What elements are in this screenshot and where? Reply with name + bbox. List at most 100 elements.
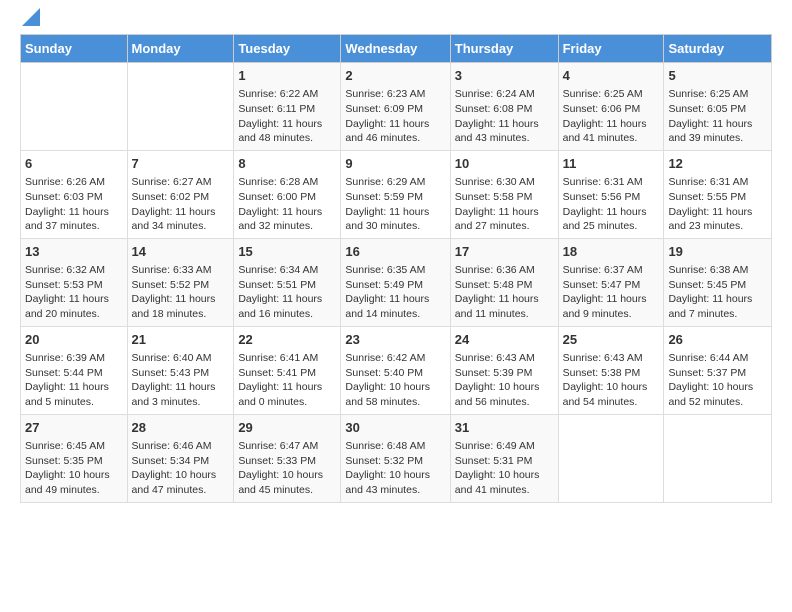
day-number: 21	[132, 331, 230, 349]
day-cell: 25 Sunrise: 6:43 AM Sunset: 5:38 PM Dayli…	[558, 326, 664, 414]
day-number: 29	[238, 419, 336, 437]
day-content: Sunrise: 6:31 AM Sunset: 5:56 PM Dayligh…	[563, 175, 660, 234]
header-row: SundayMondayTuesdayWednesdayThursdayFrid…	[21, 35, 772, 63]
day-cell: 28 Sunrise: 6:46 AM Sunset: 5:34 PM Dayli…	[127, 414, 234, 502]
day-cell: 29 Sunrise: 6:47 AM Sunset: 5:33 PM Dayli…	[234, 414, 341, 502]
day-number: 24	[455, 331, 554, 349]
week-row-3: 13 Sunrise: 6:32 AM Sunset: 5:53 PM Dayli…	[21, 238, 772, 326]
day-cell: 23 Sunrise: 6:42 AM Sunset: 5:40 PM Dayli…	[341, 326, 450, 414]
day-number: 9	[345, 155, 445, 173]
day-cell: 10Sunrise: 6:30 AM Sunset: 5:58 PM Dayli…	[450, 150, 558, 238]
day-content: Sunrise: 6:33 AM Sunset: 5:52 PM Dayligh…	[132, 263, 230, 322]
day-number: 4	[563, 67, 660, 85]
day-content: Sunrise: 6:49 AM Sunset: 5:31 PM Dayligh…	[455, 439, 554, 498]
day-content: Sunrise: 6:44 AM Sunset: 5:37 PM Dayligh…	[668, 351, 767, 410]
day-number: 12	[668, 155, 767, 173]
logo-icon	[22, 8, 40, 26]
day-content: Sunrise: 6:35 AM Sunset: 5:49 PM Dayligh…	[345, 263, 445, 322]
day-content: Sunrise: 6:46 AM Sunset: 5:34 PM Dayligh…	[132, 439, 230, 498]
day-content: Sunrise: 6:43 AM Sunset: 5:39 PM Dayligh…	[455, 351, 554, 410]
day-number: 14	[132, 243, 230, 261]
day-content: Sunrise: 6:25 AM Sunset: 6:06 PM Dayligh…	[563, 87, 660, 146]
header-cell-thursday: Thursday	[450, 35, 558, 63]
day-content: Sunrise: 6:31 AM Sunset: 5:55 PM Dayligh…	[668, 175, 767, 234]
day-content: Sunrise: 6:34 AM Sunset: 5:51 PM Dayligh…	[238, 263, 336, 322]
day-content: Sunrise: 6:41 AM Sunset: 5:41 PM Dayligh…	[238, 351, 336, 410]
day-number: 19	[668, 243, 767, 261]
day-content: Sunrise: 6:36 AM Sunset: 5:48 PM Dayligh…	[455, 263, 554, 322]
day-number: 22	[238, 331, 336, 349]
day-content: Sunrise: 6:48 AM Sunset: 5:32 PM Dayligh…	[345, 439, 445, 498]
calendar-body: 1 Sunrise: 6:22 AM Sunset: 6:11 PM Daylig…	[21, 63, 772, 503]
day-cell: 8Sunrise: 6:28 AM Sunset: 6:00 PM Daylig…	[234, 150, 341, 238]
day-content: Sunrise: 6:39 AM Sunset: 5:44 PM Dayligh…	[25, 351, 123, 410]
day-cell: 12 Sunrise: 6:31 AM Sunset: 5:55 PM Dayli…	[664, 150, 772, 238]
day-number: 2	[345, 67, 445, 85]
calendar-header: SundayMondayTuesdayWednesdayThursdayFrid…	[21, 35, 772, 63]
week-row-2: 6 Sunrise: 6:26 AM Sunset: 6:03 PM Daylig…	[21, 150, 772, 238]
day-number: 15	[238, 243, 336, 261]
day-number: 5	[668, 67, 767, 85]
day-cell: 31 Sunrise: 6:49 AM Sunset: 5:31 PM Dayli…	[450, 414, 558, 502]
day-number: 7	[132, 155, 230, 173]
day-number: 1	[238, 67, 336, 85]
day-cell: 14 Sunrise: 6:33 AM Sunset: 5:52 PM Dayli…	[127, 238, 234, 326]
day-content: Sunrise: 6:38 AM Sunset: 5:45 PM Dayligh…	[668, 263, 767, 322]
day-content: Sunrise: 6:22 AM Sunset: 6:11 PM Dayligh…	[238, 87, 336, 146]
header-cell-tuesday: Tuesday	[234, 35, 341, 63]
day-number: 8	[238, 155, 336, 173]
day-cell: 1 Sunrise: 6:22 AM Sunset: 6:11 PM Daylig…	[234, 63, 341, 151]
day-cell: 13 Sunrise: 6:32 AM Sunset: 5:53 PM Dayli…	[21, 238, 128, 326]
day-cell: 15 Sunrise: 6:34 AM Sunset: 5:51 PM Dayli…	[234, 238, 341, 326]
day-cell: 18Sunrise: 6:37 AM Sunset: 5:47 PM Dayli…	[558, 238, 664, 326]
day-content: Sunrise: 6:26 AM Sunset: 6:03 PM Dayligh…	[25, 175, 123, 234]
day-content: Sunrise: 6:32 AM Sunset: 5:53 PM Dayligh…	[25, 263, 123, 322]
day-cell: 26 Sunrise: 6:44 AM Sunset: 5:37 PM Dayli…	[664, 326, 772, 414]
day-number: 6	[25, 155, 123, 173]
day-content: Sunrise: 6:24 AM Sunset: 6:08 PM Dayligh…	[455, 87, 554, 146]
week-row-5: 27Sunrise: 6:45 AM Sunset: 5:35 PM Dayli…	[21, 414, 772, 502]
day-cell: 27Sunrise: 6:45 AM Sunset: 5:35 PM Dayli…	[21, 414, 128, 502]
day-number: 30	[345, 419, 445, 437]
day-number: 28	[132, 419, 230, 437]
day-cell: 16 Sunrise: 6:35 AM Sunset: 5:49 PM Dayli…	[341, 238, 450, 326]
day-content: Sunrise: 6:43 AM Sunset: 5:38 PM Dayligh…	[563, 351, 660, 410]
day-cell	[558, 414, 664, 502]
day-number: 23	[345, 331, 445, 349]
day-cell: 4 Sunrise: 6:25 AM Sunset: 6:06 PM Daylig…	[558, 63, 664, 151]
day-cell	[127, 63, 234, 151]
week-row-1: 1 Sunrise: 6:22 AM Sunset: 6:11 PM Daylig…	[21, 63, 772, 151]
day-cell: 30 Sunrise: 6:48 AM Sunset: 5:32 PM Dayli…	[341, 414, 450, 502]
day-number: 31	[455, 419, 554, 437]
day-content: Sunrise: 6:25 AM Sunset: 6:05 PM Dayligh…	[668, 87, 767, 146]
day-content: Sunrise: 6:47 AM Sunset: 5:33 PM Dayligh…	[238, 439, 336, 498]
day-number: 13	[25, 243, 123, 261]
day-number: 3	[455, 67, 554, 85]
day-content: Sunrise: 6:29 AM Sunset: 5:59 PM Dayligh…	[345, 175, 445, 234]
day-number: 20	[25, 331, 123, 349]
day-number: 11	[563, 155, 660, 173]
week-row-4: 20 Sunrise: 6:39 AM Sunset: 5:44 PM Dayli…	[21, 326, 772, 414]
day-number: 26	[668, 331, 767, 349]
page-header	[20, 16, 772, 26]
day-number: 16	[345, 243, 445, 261]
day-cell	[21, 63, 128, 151]
day-cell: 9 Sunrise: 6:29 AM Sunset: 5:59 PM Daylig…	[341, 150, 450, 238]
day-content: Sunrise: 6:37 AM Sunset: 5:47 PM Dayligh…	[563, 263, 660, 322]
day-cell: 19 Sunrise: 6:38 AM Sunset: 5:45 PM Dayli…	[664, 238, 772, 326]
header-cell-friday: Friday	[558, 35, 664, 63]
day-number: 10	[455, 155, 554, 173]
day-cell: 3 Sunrise: 6:24 AM Sunset: 6:08 PM Daylig…	[450, 63, 558, 151]
day-cell	[664, 414, 772, 502]
day-number: 25	[563, 331, 660, 349]
header-cell-monday: Monday	[127, 35, 234, 63]
day-cell: 20 Sunrise: 6:39 AM Sunset: 5:44 PM Dayli…	[21, 326, 128, 414]
day-content: Sunrise: 6:40 AM Sunset: 5:43 PM Dayligh…	[132, 351, 230, 410]
day-cell: 21 Sunrise: 6:40 AM Sunset: 5:43 PM Dayli…	[127, 326, 234, 414]
day-cell: 17Sunrise: 6:36 AM Sunset: 5:48 PM Dayli…	[450, 238, 558, 326]
day-content: Sunrise: 6:42 AM Sunset: 5:40 PM Dayligh…	[345, 351, 445, 410]
day-cell: 22 Sunrise: 6:41 AM Sunset: 5:41 PM Dayli…	[234, 326, 341, 414]
header-cell-wednesday: Wednesday	[341, 35, 450, 63]
day-content: Sunrise: 6:45 AM Sunset: 5:35 PM Dayligh…	[25, 439, 123, 498]
header-cell-sunday: Sunday	[21, 35, 128, 63]
